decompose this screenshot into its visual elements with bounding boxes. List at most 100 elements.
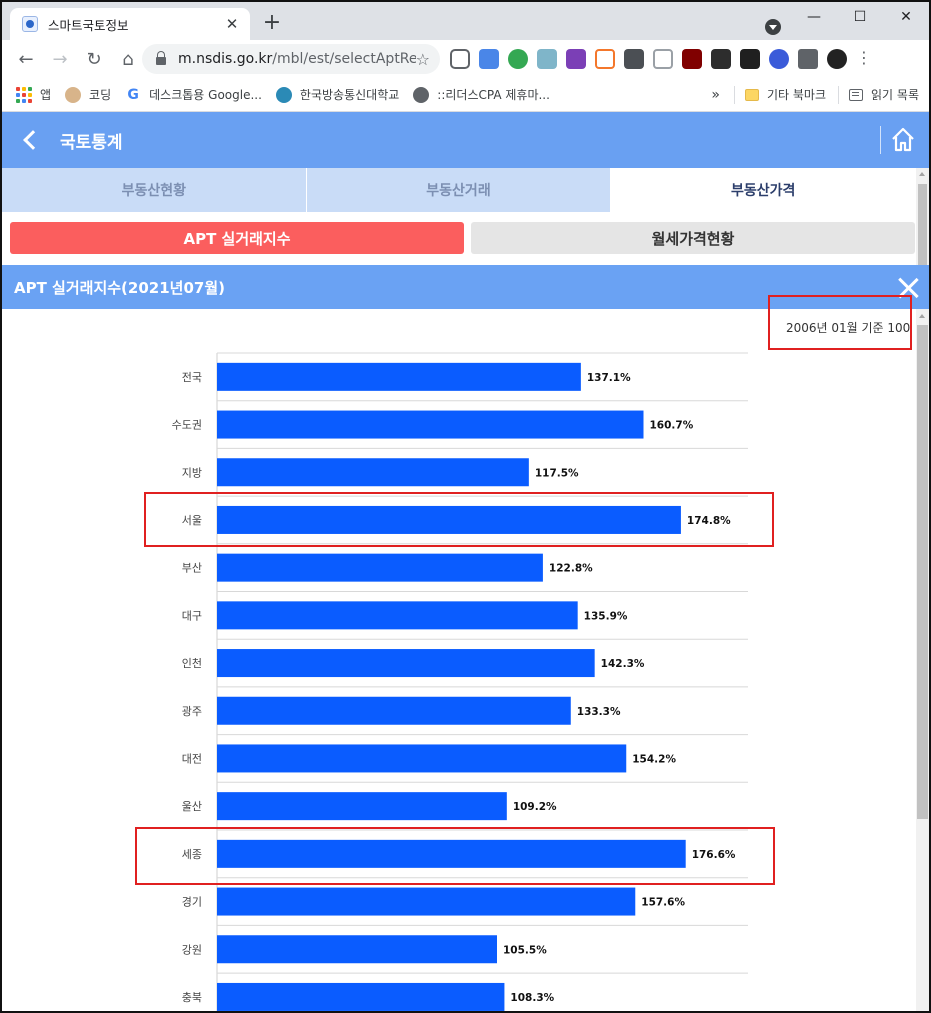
home-icon[interactable]: [890, 126, 916, 154]
compass-icon[interactable]: [508, 49, 528, 69]
category-label: 인천: [182, 656, 202, 670]
bar-12: [217, 887, 636, 916]
category-label: 대전: [182, 752, 202, 765]
category-label: 지방: [182, 466, 202, 479]
forward-button[interactable]: →: [44, 43, 76, 75]
apps-grid-icon: [16, 86, 32, 103]
bookmark-coding[interactable]: 코딩: [65, 86, 111, 103]
sub-tabs: APT 실거래지수 월세가격현황: [2, 212, 916, 264]
bookmark-leaders-cpa[interactable]: ::리더스CPA 제휴마...: [413, 86, 550, 103]
window-controls: — ☐ ✕: [791, 2, 929, 32]
back-button[interactable]: ←: [10, 43, 42, 75]
tab-strip: 스마트국토정보 ✕ + — ☐ ✕: [2, 2, 929, 40]
bookmark-label: ::리더스CPA 제휴마...: [437, 88, 550, 102]
bar-chart: 전국 137.1%수도권 160.7%지방 117.5%서울 174.8%부산 122.8…: [172, 352, 748, 1011]
bookmark-google-desktop[interactable]: G 데스크톱용 Google...: [125, 86, 262, 103]
browser-window: 스마트국토정보 ✕ + — ☐ ✕ ← → ↻ ⌂ m.nsdis.go.kr/…: [0, 0, 931, 1013]
scroll-up-arrow-icon[interactable]: [919, 172, 925, 176]
value-label: 122.8%: [549, 563, 593, 575]
bar-1: [217, 362, 581, 391]
new-tab-button[interactable]: +: [260, 12, 284, 36]
home-button[interactable]: ⌂: [112, 43, 144, 75]
scroll-up-arrow-icon[interactable]: [919, 314, 925, 318]
scrollbar-thumb[interactable]: [918, 184, 927, 265]
bar-5: [217, 553, 543, 582]
onenote-icon[interactable]: [566, 49, 586, 69]
bar-14: [217, 982, 505, 1011]
value-label: 137.1%: [587, 372, 631, 384]
lock-icon[interactable]: [156, 51, 166, 65]
tab-real-estate-status[interactable]: 부동산현황: [2, 168, 307, 212]
subtab-monthly-rent[interactable]: 월세가격현황: [471, 222, 915, 254]
bookmark-knou[interactable]: 한국방송통신대학교: [275, 86, 400, 103]
globe-icon: [413, 86, 430, 103]
bar-6: [217, 601, 578, 630]
main-tabs: 부동산현황 부동산거래 부동산가격: [2, 168, 917, 212]
bar-3: [217, 458, 529, 487]
value-label: 154.2%: [632, 753, 676, 765]
site-back-button[interactable]: [2, 112, 58, 168]
h-ext-icon[interactable]: [740, 49, 760, 69]
tab-close-icon[interactable]: ✕: [222, 14, 242, 34]
tab-real-estate-transactions[interactable]: 부동산거래: [306, 168, 612, 212]
site-favicon-icon: [22, 16, 38, 32]
folder-icon: [745, 88, 759, 101]
blue-circle-icon[interactable]: [769, 49, 789, 69]
category-label: 광주: [182, 705, 202, 718]
reading-list[interactable]: 읽기 목록: [871, 86, 919, 103]
bookmark-label: 코딩: [89, 88, 112, 102]
google-g-icon: G: [127, 86, 139, 103]
dog-icon: [65, 86, 82, 103]
page-scrollbar[interactable]: [916, 168, 929, 265]
maximize-button[interactable]: ☐: [837, 2, 883, 32]
category-label: 전국: [182, 371, 202, 384]
scrollbar-thumb[interactable]: [917, 325, 928, 819]
chart-area: 2006년 01월 기준 100 전국 137.1% 수도권 160.7% 지방 117.…: [2, 309, 916, 1011]
category-label: 대구: [182, 609, 202, 622]
extensions-puzzle-icon[interactable]: [798, 49, 818, 69]
value-label: 133.3%: [577, 706, 621, 718]
panel-scrollbar[interactable]: [916, 309, 929, 1011]
bar-7: [217, 649, 595, 678]
user-avatar-icon[interactable]: [827, 49, 847, 69]
other-bookmarks[interactable]: 기타 북마크: [767, 86, 826, 103]
value-label: 135.9%: [584, 610, 628, 622]
minimize-button[interactable]: —: [791, 2, 837, 32]
close-window-button[interactable]: ✕: [883, 2, 929, 32]
category-label: 부산: [182, 562, 202, 575]
browser-tab[interactable]: 스마트국토정보 ✕: [10, 8, 250, 40]
tab-real-estate-prices[interactable]: 부동산가격: [611, 168, 917, 212]
reload-button[interactable]: ↻: [78, 43, 110, 75]
bookmark-star-icon[interactable]: ☆: [416, 50, 430, 69]
tab-title: 스마트국토정보: [48, 17, 129, 33]
bookmark-label: 데스크톱용 Google...: [149, 88, 262, 102]
value-label: 109.2%: [513, 801, 557, 813]
screen-capture-icon[interactable]: [653, 49, 673, 69]
google-translate-icon[interactable]: [479, 49, 499, 69]
tab-search-icon[interactable]: [765, 19, 781, 35]
layout-icon[interactable]: [595, 49, 615, 69]
bookmark-apps[interactable]: 앱: [16, 86, 51, 103]
bar-10: [217, 792, 507, 821]
bookmark-label: 앱: [40, 88, 52, 102]
bar-2: [217, 410, 644, 439]
category-label: 강원: [182, 943, 202, 956]
bookmarks-more-button[interactable]: »: [711, 87, 720, 103]
site-header: 국토통계: [2, 112, 929, 168]
pocket-icon[interactable]: [450, 49, 470, 69]
knou-icon: [275, 86, 292, 103]
browser-toolbar: ← → ↻ ⌂ m.nsdis.go.kr/mbl/est/selectAptR…: [2, 40, 929, 78]
value-label: 117.5%: [535, 467, 579, 479]
bookmark-label: 한국방송통신대학교: [299, 88, 400, 102]
address-bar[interactable]: m.nsdis.go.kr/mbl/est/selectAptRe... ☆: [142, 44, 440, 74]
ublock-icon[interactable]: [682, 49, 702, 69]
font-icon[interactable]: [537, 49, 557, 69]
profile-box-icon[interactable]: [624, 49, 644, 69]
header-divider: [880, 126, 881, 154]
bookmarks-divider: [734, 85, 735, 104]
value-label: 160.7%: [649, 420, 693, 432]
category-label: 경기: [182, 896, 202, 909]
menu-kebab-icon[interactable]: ⋮: [856, 49, 872, 69]
subtab-apt-price-index[interactable]: APT 실거래지수: [10, 222, 464, 254]
dark-ext-icon[interactable]: [711, 49, 731, 69]
